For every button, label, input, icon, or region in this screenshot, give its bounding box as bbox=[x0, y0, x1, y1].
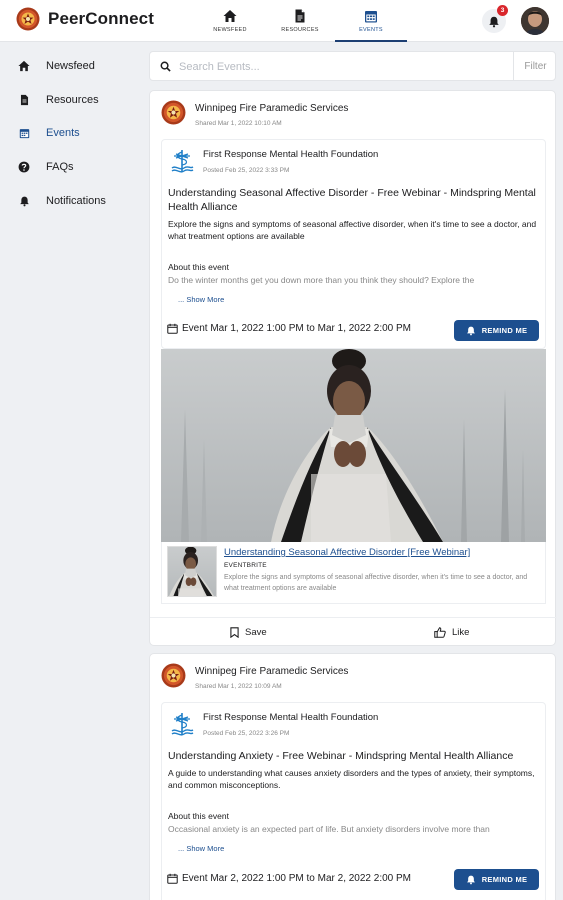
organization-logo-icon bbox=[171, 712, 194, 736]
thumbs-up-icon bbox=[434, 626, 446, 638]
save-button[interactable]: Save bbox=[230, 618, 267, 646]
app-name: PeerConnect bbox=[48, 9, 154, 28]
event-title: Understanding Seasonal Affective Disorde… bbox=[168, 187, 536, 213]
remind-me-label: REMIND ME bbox=[481, 875, 528, 884]
organization-posted-date: Posted Feb 25, 2022 3:33 PM bbox=[203, 167, 290, 174]
sidebar-item-label: Resources bbox=[46, 94, 99, 106]
link-preview[interactable]: Understanding Seasonal Affective Disorde… bbox=[161, 542, 546, 604]
tab-label: EVENTS bbox=[359, 27, 383, 33]
save-label: Save bbox=[245, 626, 267, 638]
avatar-image bbox=[521, 7, 549, 35]
calendar-icon bbox=[365, 11, 377, 23]
tab-newsfeed[interactable]: NEWSFEED bbox=[195, 0, 265, 42]
about-event-label: About this event bbox=[168, 262, 229, 272]
calendar-outline-icon bbox=[167, 323, 178, 334]
event-date-text: Event Mar 1, 2022 1:00 PM to Mar 1, 2022… bbox=[182, 323, 412, 334]
tab-events[interactable]: EVENTS bbox=[335, 0, 407, 42]
show-more-link[interactable]: ... Show More bbox=[178, 295, 224, 304]
link-preview-description: Explore the signs and symptoms of season… bbox=[224, 574, 528, 592]
link-preview-thumbnail bbox=[167, 546, 217, 597]
event-card: First Response Mental Health Foundation … bbox=[161, 702, 546, 900]
event-date: Event Mar 2, 2022 1:00 PM to Mar 2, 2022… bbox=[167, 873, 411, 884]
sidebar-item-newsfeed[interactable]: Newsfeed bbox=[18, 56, 95, 76]
tab-label: NEWSFEED bbox=[213, 27, 247, 33]
calendar-icon bbox=[18, 127, 30, 139]
search-bar: Filter bbox=[149, 51, 556, 81]
filter-button[interactable]: Filter bbox=[513, 52, 557, 80]
bell-icon bbox=[466, 875, 475, 885]
user-avatar[interactable] bbox=[521, 7, 549, 35]
bell-icon bbox=[466, 326, 475, 336]
notification-count-badge: 3 bbox=[497, 5, 508, 16]
event-card: First Response Mental Health Foundation … bbox=[161, 139, 546, 349]
like-button[interactable]: Like bbox=[434, 618, 469, 646]
link-preview-title[interactable]: Understanding Seasonal Affective Disorde… bbox=[224, 547, 470, 558]
search-input[interactable] bbox=[179, 58, 499, 76]
event-post: Winnipeg Fire Paramedic Services Shared … bbox=[149, 90, 557, 646]
organization-name[interactable]: First Response Mental Health Foundation bbox=[203, 149, 378, 160]
remind-me-button[interactable]: REMIND ME bbox=[454, 869, 539, 890]
show-more-link[interactable]: ... Show More bbox=[178, 844, 224, 853]
remind-me-button[interactable]: REMIND ME bbox=[454, 320, 539, 341]
question-icon bbox=[18, 161, 30, 173]
sidebar-item-notifications[interactable]: Notifications bbox=[18, 191, 106, 211]
author-logo-icon bbox=[161, 100, 186, 125]
remind-me-label: REMIND ME bbox=[481, 326, 528, 335]
author-logo-icon bbox=[161, 663, 186, 688]
bell-icon bbox=[18, 195, 30, 207]
event-photo bbox=[161, 349, 546, 542]
post-shared-date: Shared Mar 1, 2022 10:09 AM bbox=[195, 683, 282, 690]
event-description: Explore the signs and symptoms of season… bbox=[168, 219, 537, 241]
like-label: Like bbox=[452, 626, 470, 638]
post-actions: Save Like bbox=[150, 617, 557, 645]
document-icon bbox=[295, 9, 305, 23]
about-event-label: About this event bbox=[168, 811, 229, 821]
event-post: Winnipeg Fire Paramedic Services Shared … bbox=[149, 653, 556, 900]
about-event-text: Occasional anxiety is an expected part o… bbox=[168, 824, 490, 834]
tab-label: RESOURCES bbox=[281, 27, 319, 33]
organization-name[interactable]: First Response Mental Health Foundation bbox=[203, 712, 378, 723]
home-icon bbox=[18, 60, 30, 72]
sidebar-item-label: Notifications bbox=[46, 195, 106, 207]
sidebar-item-resources[interactable]: Resources bbox=[18, 90, 99, 110]
sidebar-item-label: Events bbox=[46, 127, 80, 139]
brand[interactable]: PeerConnect bbox=[16, 7, 154, 31]
event-date-text: Event Mar 2, 2022 1:00 PM to Mar 2, 2022… bbox=[182, 873, 412, 884]
event-image[interactable] bbox=[161, 349, 546, 542]
top-bar: PeerConnect NEWSFEED RESOURCES EVENTS 3 bbox=[0, 0, 563, 42]
organization-posted-date: Posted Feb 25, 2022 3:26 PM bbox=[203, 730, 290, 737]
post-shared-date: Shared Mar 1, 2022 10:10 AM bbox=[195, 120, 282, 127]
link-preview-source: EVENTBRITE bbox=[224, 562, 267, 569]
home-icon bbox=[223, 10, 237, 22]
post-author[interactable]: Winnipeg Fire Paramedic Services bbox=[195, 103, 348, 114]
sidebar-item-label: Newsfeed bbox=[46, 60, 95, 72]
search-icon bbox=[160, 61, 171, 72]
post-author[interactable]: Winnipeg Fire Paramedic Services bbox=[195, 666, 348, 677]
bell-icon bbox=[489, 16, 499, 27]
calendar-outline-icon bbox=[167, 873, 178, 884]
sidebar-item-faqs[interactable]: FAQs bbox=[18, 157, 74, 177]
sidebar-item-label: FAQs bbox=[46, 161, 74, 173]
sidebar-item-events[interactable]: Events bbox=[18, 123, 80, 143]
bookmark-icon bbox=[230, 626, 239, 638]
event-date: Event Mar 1, 2022 1:00 PM to Mar 1, 2022… bbox=[167, 323, 411, 334]
event-description: A guide to understanding what causes anx… bbox=[168, 768, 535, 790]
document-icon bbox=[18, 94, 30, 106]
organization-logo-icon bbox=[171, 149, 194, 173]
peerconnect-logo-icon bbox=[16, 7, 40, 31]
tab-resources[interactable]: RESOURCES bbox=[265, 0, 335, 42]
about-event-text: Do the winter months get you down more t… bbox=[168, 275, 475, 285]
event-title: Understanding Anxiety - Free Webinar - M… bbox=[168, 750, 514, 762]
